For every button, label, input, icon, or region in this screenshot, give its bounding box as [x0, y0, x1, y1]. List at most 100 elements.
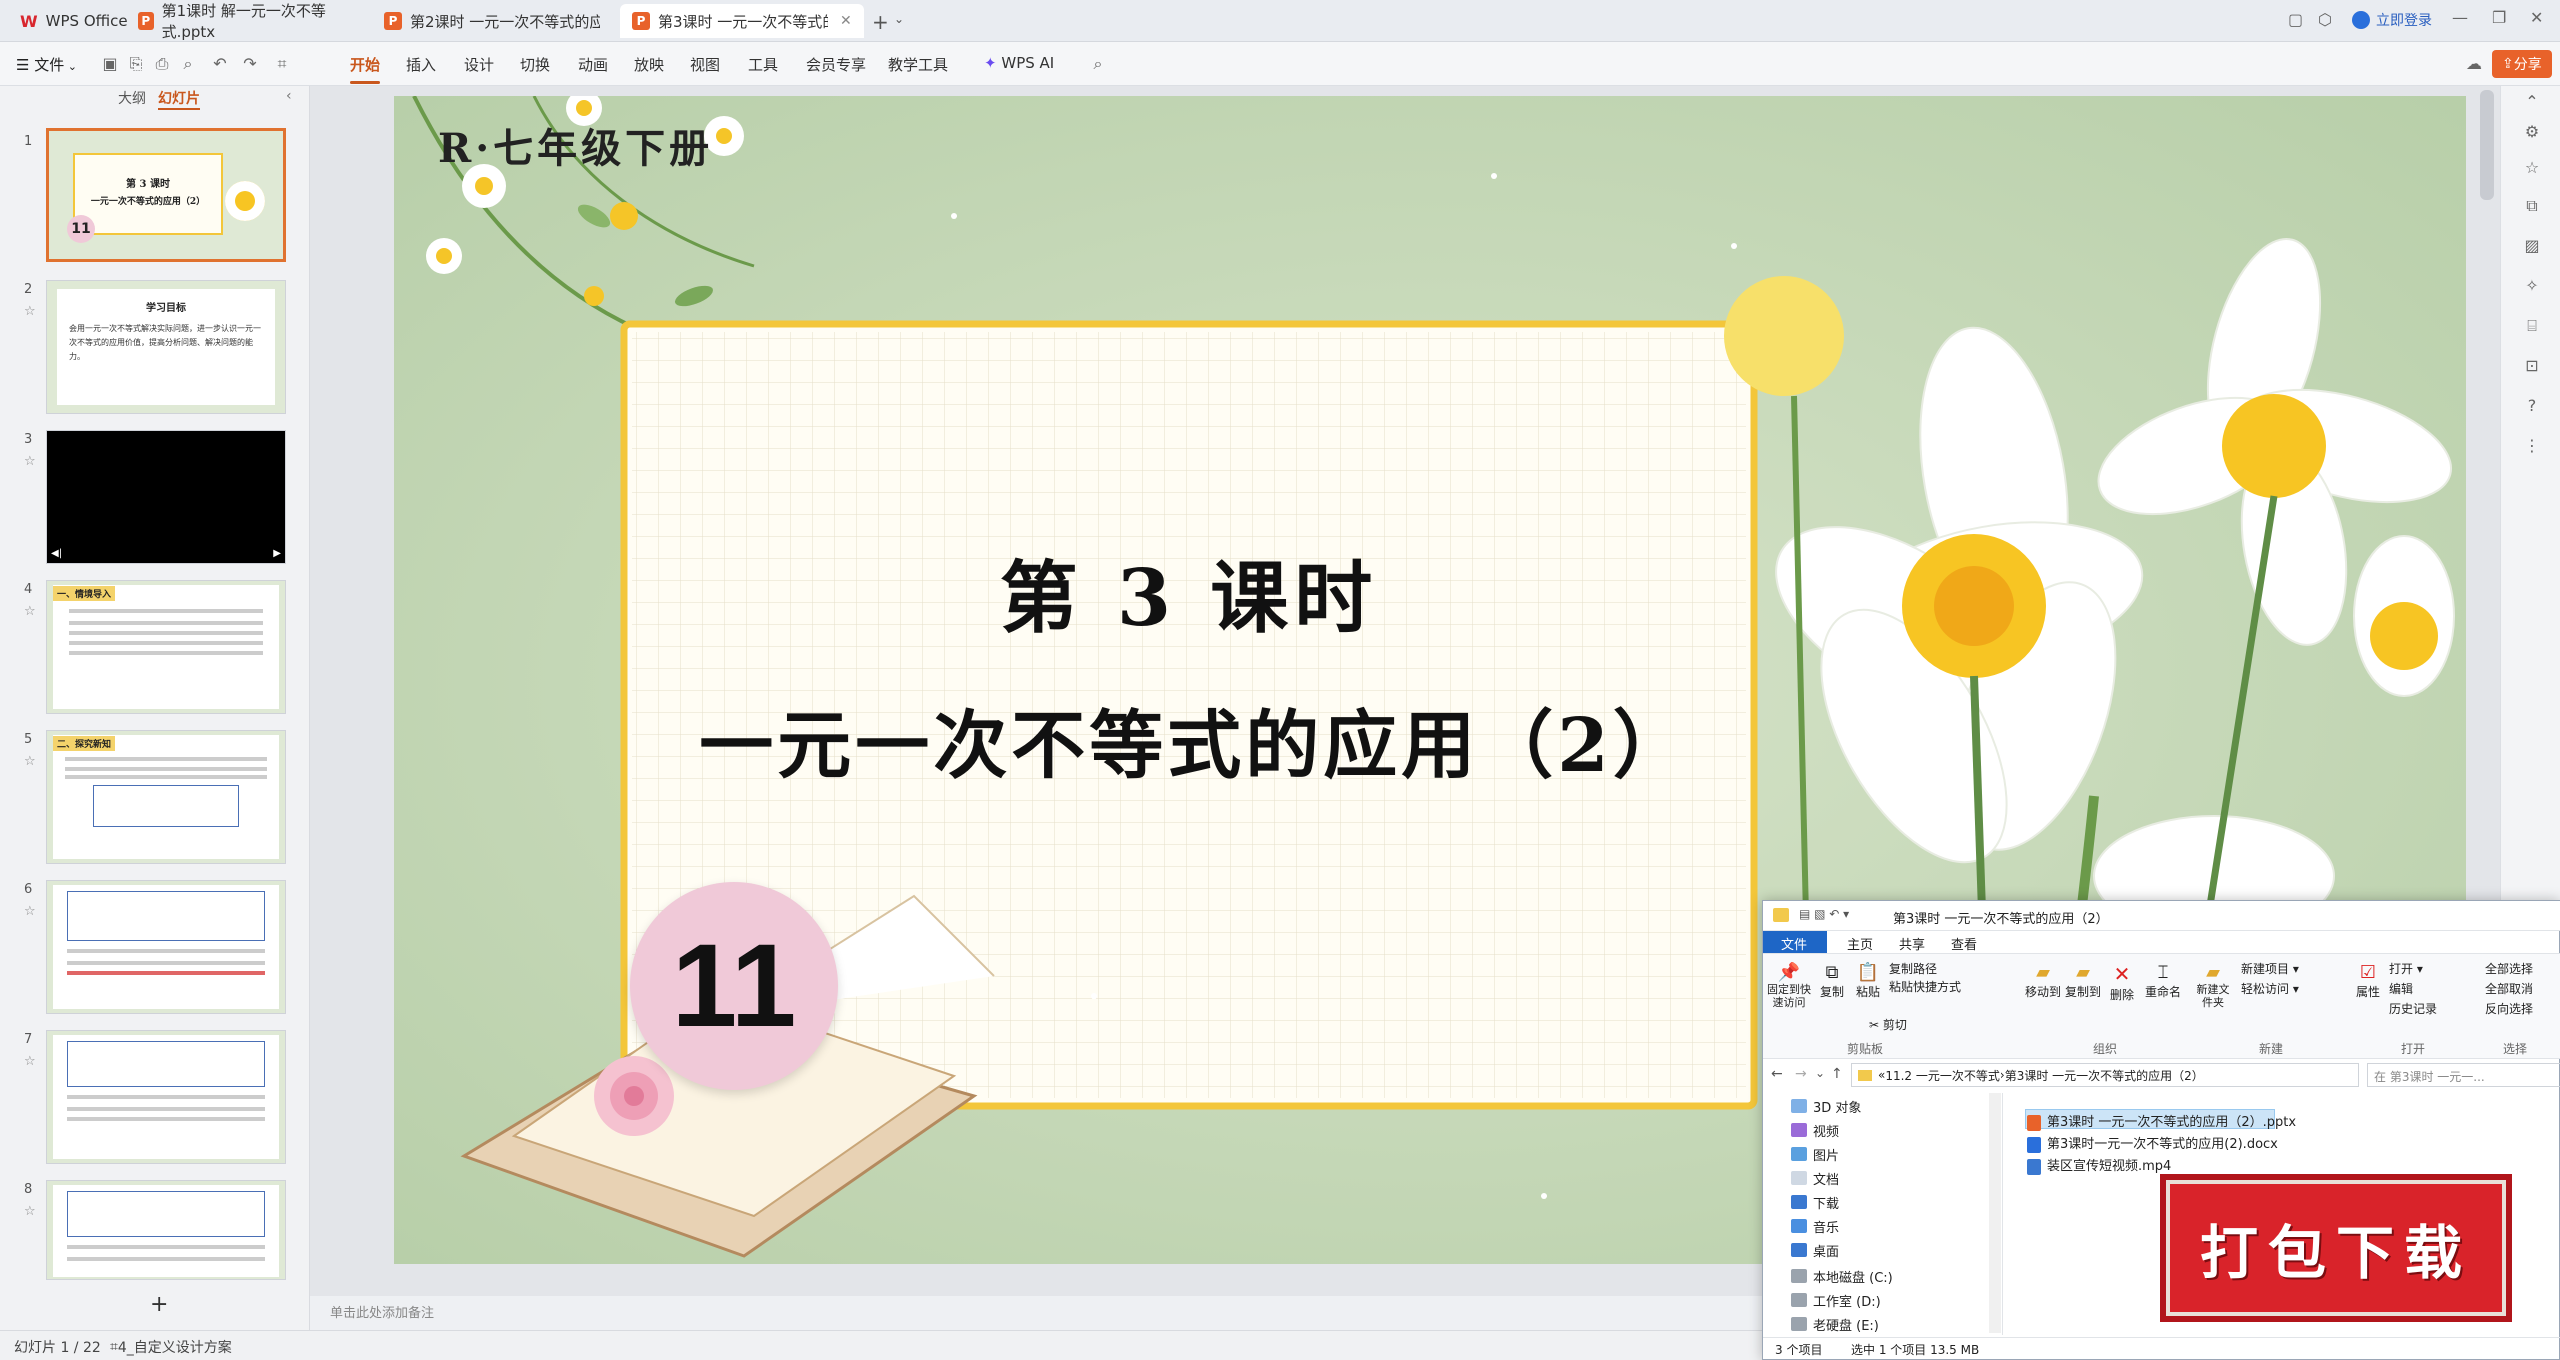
menu-wps-ai[interactable]: ✦ WPS AI — [984, 54, 1054, 72]
copy-button[interactable]: ⧉ 复制 — [1817, 962, 1847, 1000]
doc-tab-2[interactable]: P 第2课时 一元一次不等式的应用（1） — [372, 4, 612, 38]
chevron-down-icon[interactable]: ⌄ — [1815, 1066, 1825, 1080]
slide-thumb-3-video[interactable]: ◀| ▶ — [46, 430, 286, 564]
new-folder-button[interactable]: ▰ 新建文件夹 — [2193, 962, 2233, 1009]
notes-placeholder[interactable]: 单击此处添加备注 — [330, 1302, 434, 1321]
save-icon[interactable]: ▣ — [100, 54, 120, 74]
slide-thumb-2[interactable]: 学习目标 会用一元一次不等式解决实际问题，进一步认识一元一次不等式的应用价值，提… — [46, 280, 286, 414]
history-button[interactable]: 历史记录 — [2389, 1000, 2437, 1017]
minimize-icon[interactable]: — — [2452, 8, 2468, 27]
nav-item[interactable]: 桌面 — [1813, 1241, 1839, 1260]
nav-item[interactable]: 音乐 — [1813, 1217, 1839, 1236]
tab-slides[interactable]: 幻灯片 — [158, 88, 200, 110]
slide-scrollbar[interactable] — [2480, 90, 2494, 200]
download-banner[interactable]: 打包下载 — [2160, 1174, 2512, 1322]
cut-button[interactable]: ✂ 剪切 — [1869, 1016, 1907, 1033]
nav-item[interactable]: 文档 — [1813, 1169, 1839, 1188]
restore-icon[interactable]: ❐ — [2492, 8, 2506, 27]
file-row[interactable]: 第3课时 一元一次不等式的应用（2）.pptx — [2027, 1111, 2296, 1131]
magic-icon[interactable]: ✧ — [2521, 276, 2543, 298]
nav-item[interactable]: 老硬盘 (E:) — [1813, 1315, 1879, 1334]
nav-item[interactable]: 工作室 (D:) — [1813, 1291, 1881, 1310]
share-button[interactable]: ⇪ 分享 — [2492, 50, 2552, 78]
back-icon[interactable]: ← — [1771, 1066, 1783, 1082]
copy-to-button[interactable]: ▰ 复制到 — [2065, 962, 2101, 1000]
menu-home[interactable]: 开始 — [350, 54, 381, 84]
slide-title-line2[interactable]: 一元一次不等式的应用（2） — [630, 686, 1760, 793]
delete-button[interactable]: ✕ 删除 — [2107, 962, 2137, 1003]
close-icon[interactable]: ✕ — [2530, 8, 2543, 27]
open-button[interactable]: 打开 ▾ — [2389, 960, 2423, 977]
search-icon[interactable]: ⌕ — [1088, 54, 1108, 74]
nav-item[interactable]: 视频 — [1813, 1121, 1839, 1140]
slide-thumb-6[interactable] — [46, 880, 286, 1014]
slide-title-line1[interactable]: 第 3 课时 — [624, 536, 1754, 648]
cloud-icon[interactable]: ☁ — [2464, 54, 2484, 74]
file-row[interactable]: 装区宣传短视频.mp4 — [2027, 1155, 2171, 1175]
format-painter-icon[interactable]: ⌗ — [272, 54, 292, 74]
slide-thumb-8[interactable] — [46, 1180, 286, 1280]
lesson-number-badge[interactable]: 11 — [630, 882, 838, 1090]
star-icon[interactable]: ☆ — [24, 304, 36, 319]
undo-icon[interactable]: ↶ — [210, 54, 230, 74]
login-button[interactable]: 立即登录 — [2352, 10, 2432, 30]
frame-icon[interactable]: ⊡ — [2521, 356, 2543, 378]
adjust-icon[interactable]: ⚙ — [2521, 122, 2543, 144]
paste-button[interactable]: 📋 粘贴 — [1853, 962, 1883, 1000]
select-all-button[interactable]: 全部选择 — [2485, 960, 2533, 977]
edit-button[interactable]: 编辑 — [2389, 980, 2413, 997]
breadcrumb-item[interactable]: 11.2 一元一次不等式 — [1885, 1067, 2000, 1084]
star-icon[interactable]: ☆ — [24, 904, 36, 919]
invert-selection-button[interactable]: 反向选择 — [2485, 1000, 2533, 1017]
more-icon[interactable]: ⋮ — [2521, 436, 2543, 458]
add-slide-button[interactable]: + — [150, 1292, 168, 1317]
move-to-button[interactable]: ▰ 移动到 — [2025, 962, 2061, 1000]
nav-item[interactable]: 下载 — [1813, 1193, 1839, 1212]
search-input[interactable]: 在 第3课时 一元一... — [2367, 1063, 2560, 1087]
menu-tools[interactable]: 工具 — [748, 54, 778, 75]
menu-teaching-tools[interactable]: 教学工具 — [888, 54, 948, 75]
menu-transition[interactable]: 切换 — [520, 54, 550, 75]
menu-view[interactable]: 视图 — [690, 54, 720, 75]
rename-button[interactable]: ⌶ 重命名 — [2143, 962, 2183, 1000]
preview-icon[interactable]: ⌕ — [178, 54, 198, 74]
slide-thumb-7[interactable] — [46, 1030, 286, 1164]
nav-scrollbar[interactable] — [1989, 1093, 2001, 1333]
tab-outline[interactable]: 大纲 — [118, 88, 146, 108]
book-icon[interactable]: ⌸ — [2521, 316, 2543, 338]
new-item-button[interactable]: 新建项目 ▾ — [2241, 960, 2299, 977]
properties-button[interactable]: ☑ 属性 — [2353, 962, 2383, 1000]
redo-icon[interactable]: ↷ — [240, 54, 260, 74]
doc-tab-3[interactable]: P 第3课时 一元一次不等式的应用（2） ✕ — [620, 4, 864, 38]
nav-item[interactable]: 本地磁盘 (C:) — [1813, 1267, 1893, 1286]
menu-design[interactable]: 设计 — [464, 54, 494, 75]
menu-slideshow[interactable]: 放映 — [634, 54, 664, 75]
address-bar[interactable]: « 11.2 一元一次不等式 › 第3课时 一元一次不等式的应用（2） — [1851, 1063, 2359, 1087]
menu-insert[interactable]: 插入 — [406, 54, 436, 75]
star-icon[interactable]: ☆ — [2521, 158, 2543, 180]
copy-path-button[interactable]: 复制路径 — [1889, 960, 1937, 977]
help-icon[interactable]: ? — [2521, 396, 2543, 418]
chevron-down-icon[interactable]: ⌄ — [894, 12, 904, 26]
nav-item[interactable]: 3D 对象 — [1813, 1097, 1861, 1116]
file-row[interactable]: 第3课时一元一次不等式的应用(2).docx — [2027, 1133, 2278, 1153]
slide-thumb-1[interactable]: 第 3 课时 一元一次不等式的应用（2） 11 — [46, 128, 286, 262]
paste-shortcut-button[interactable]: 粘贴快捷方式 — [1889, 978, 1961, 995]
slide-subtitle[interactable]: R·七年级下册 — [438, 116, 713, 174]
tab-file[interactable]: 文件 — [1781, 934, 1807, 953]
slide-thumb-4[interactable]: 一、情境导入 — [46, 580, 286, 714]
design-scheme[interactable]: ⌗ 4_自定义设计方案 — [110, 1337, 232, 1357]
tab-share[interactable]: 共享 — [1899, 934, 1925, 953]
menu-member[interactable]: 会员专享 — [806, 54, 866, 75]
tab-home[interactable]: 主页 — [1847, 934, 1873, 953]
slide-thumb-5[interactable]: 二、探究新知 — [46, 730, 286, 864]
menu-animation[interactable]: 动画 — [578, 54, 608, 75]
star-icon[interactable]: ☆ — [24, 1054, 36, 1069]
export-icon[interactable]: ⎘ — [126, 54, 146, 74]
copy-icon[interactable]: ⧉ — [2521, 196, 2543, 218]
star-icon[interactable]: ☆ — [24, 1204, 36, 1219]
tab-view[interactable]: 查看 — [1951, 934, 1977, 953]
star-icon[interactable]: ☆ — [24, 454, 36, 469]
wps-home-tab[interactable]: W WPS Office — [8, 4, 140, 38]
pin-button[interactable]: 📌 固定到快速访问 — [1767, 962, 1811, 1009]
